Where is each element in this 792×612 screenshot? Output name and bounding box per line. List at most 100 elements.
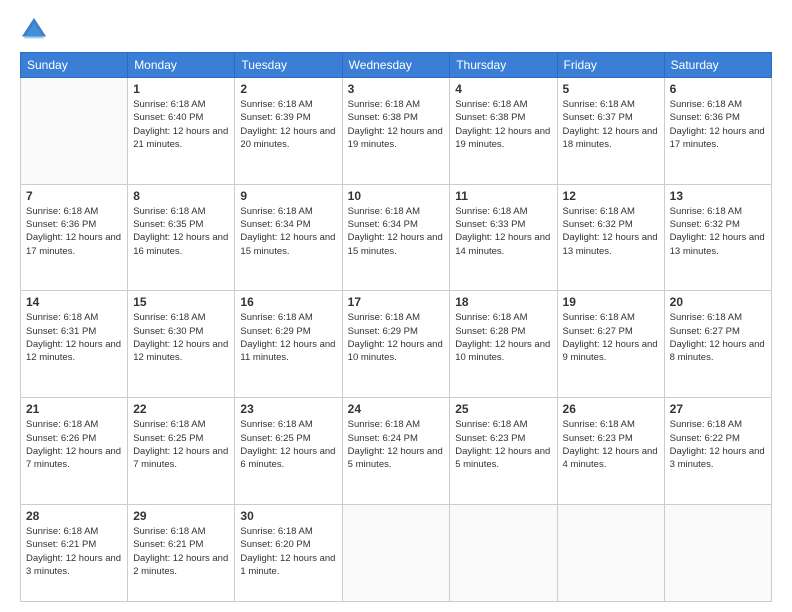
day-info: Sunrise: 6:18 AM Sunset: 6:23 PM Dayligh… (563, 418, 659, 471)
day-number: 13 (670, 189, 766, 203)
calendar-cell: 15 Sunrise: 6:18 AM Sunset: 6:30 PM Dayli… (128, 291, 235, 398)
week-row-5: 28Sunrise: 6:18 AM Sunset: 6:21 PM Dayli… (21, 504, 772, 601)
calendar-cell: 23 Sunrise: 6:18 AM Sunset: 6:25 PM Dayli… (235, 398, 342, 505)
day-number: 1 (133, 82, 229, 96)
day-number: 8 (133, 189, 229, 203)
day-number: 22 (133, 402, 229, 416)
calendar-cell: 28Sunrise: 6:18 AM Sunset: 6:21 PM Dayli… (21, 504, 128, 601)
day-info: Sunrise: 6:18 AM Sunset: 6:38 PM Dayligh… (348, 98, 445, 151)
calendar-cell: 18 Sunrise: 6:18 AM Sunset: 6:28 PM Dayli… (450, 291, 557, 398)
col-header-wednesday: Wednesday (342, 53, 450, 78)
calendar-cell: 12 Sunrise: 6:18 AM Sunset: 6:32 PM Dayli… (557, 184, 664, 291)
calendar-cell: 26 Sunrise: 6:18 AM Sunset: 6:23 PM Dayli… (557, 398, 664, 505)
day-number: 27 (670, 402, 766, 416)
calendar-cell: 27Sunrise: 6:18 AM Sunset: 6:22 PM Dayli… (664, 398, 771, 505)
day-info: Sunrise: 6:18 AM Sunset: 6:29 PM Dayligh… (240, 311, 336, 364)
day-info: Sunrise: 6:18 AM Sunset: 6:25 PM Dayligh… (240, 418, 336, 471)
calendar-cell: 17Sunrise: 6:18 AM Sunset: 6:29 PM Dayli… (342, 291, 450, 398)
logo-icon (20, 16, 48, 44)
day-info: Sunrise: 6:18 AM Sunset: 6:32 PM Dayligh… (670, 205, 766, 258)
calendar-cell (342, 504, 450, 601)
day-number: 16 (240, 295, 336, 309)
day-number: 9 (240, 189, 336, 203)
calendar-cell: 25 Sunrise: 6:18 AM Sunset: 6:23 PM Dayli… (450, 398, 557, 505)
day-number: 2 (240, 82, 336, 96)
day-number: 21 (26, 402, 122, 416)
calendar-cell: 22 Sunrise: 6:18 AM Sunset: 6:25 PM Dayli… (128, 398, 235, 505)
calendar-header-row: SundayMondayTuesdayWednesdayThursdayFrid… (21, 53, 772, 78)
day-info: Sunrise: 6:18 AM Sunset: 6:33 PM Dayligh… (455, 205, 551, 258)
week-row-2: 7 Sunrise: 6:18 AM Sunset: 6:36 PM Daylig… (21, 184, 772, 291)
calendar-cell: 10 Sunrise: 6:18 AM Sunset: 6:34 PM Dayli… (342, 184, 450, 291)
calendar-cell: 19 Sunrise: 6:18 AM Sunset: 6:27 PM Dayli… (557, 291, 664, 398)
calendar-cell: 21 Sunrise: 6:18 AM Sunset: 6:26 PM Dayli… (21, 398, 128, 505)
day-number: 11 (455, 189, 551, 203)
calendar-cell: 30Sunrise: 6:18 AM Sunset: 6:20 PM Dayli… (235, 504, 342, 601)
day-info: Sunrise: 6:18 AM Sunset: 6:39 PM Dayligh… (240, 98, 336, 151)
day-number: 20 (670, 295, 766, 309)
calendar-cell: 3 Sunrise: 6:18 AM Sunset: 6:38 PM Daylig… (342, 78, 450, 185)
calendar-cell: 11 Sunrise: 6:18 AM Sunset: 6:33 PM Dayli… (450, 184, 557, 291)
day-number: 12 (563, 189, 659, 203)
day-info: Sunrise: 6:18 AM Sunset: 6:25 PM Dayligh… (133, 418, 229, 471)
week-row-3: 14Sunrise: 6:18 AM Sunset: 6:31 PM Dayli… (21, 291, 772, 398)
col-header-friday: Friday (557, 53, 664, 78)
day-info: Sunrise: 6:18 AM Sunset: 6:24 PM Dayligh… (348, 418, 445, 471)
day-number: 26 (563, 402, 659, 416)
col-header-saturday: Saturday (664, 53, 771, 78)
day-info: Sunrise: 6:18 AM Sunset: 6:21 PM Dayligh… (26, 525, 122, 578)
day-info: Sunrise: 6:18 AM Sunset: 6:38 PM Dayligh… (455, 98, 551, 151)
calendar-cell: 14Sunrise: 6:18 AM Sunset: 6:31 PM Dayli… (21, 291, 128, 398)
day-info: Sunrise: 6:18 AM Sunset: 6:30 PM Dayligh… (133, 311, 229, 364)
day-number: 25 (455, 402, 551, 416)
day-info: Sunrise: 6:18 AM Sunset: 6:28 PM Dayligh… (455, 311, 551, 364)
day-number: 30 (240, 509, 336, 523)
calendar-cell (664, 504, 771, 601)
calendar-cell: 2 Sunrise: 6:18 AM Sunset: 6:39 PM Daylig… (235, 78, 342, 185)
day-info: Sunrise: 6:18 AM Sunset: 6:23 PM Dayligh… (455, 418, 551, 471)
day-number: 18 (455, 295, 551, 309)
calendar-cell: 9 Sunrise: 6:18 AM Sunset: 6:34 PM Daylig… (235, 184, 342, 291)
page: SundayMondayTuesdayWednesdayThursdayFrid… (0, 0, 792, 612)
calendar-cell: 1 Sunrise: 6:18 AM Sunset: 6:40 PM Daylig… (128, 78, 235, 185)
calendar-cell: 16 Sunrise: 6:18 AM Sunset: 6:29 PM Dayli… (235, 291, 342, 398)
calendar-cell (557, 504, 664, 601)
col-header-tuesday: Tuesday (235, 53, 342, 78)
day-number: 4 (455, 82, 551, 96)
col-header-thursday: Thursday (450, 53, 557, 78)
day-number: 6 (670, 82, 766, 96)
day-info: Sunrise: 6:18 AM Sunset: 6:36 PM Dayligh… (26, 205, 122, 258)
day-info: Sunrise: 6:18 AM Sunset: 6:35 PM Dayligh… (133, 205, 229, 258)
day-number: 7 (26, 189, 122, 203)
calendar-cell (21, 78, 128, 185)
calendar-cell: 24Sunrise: 6:18 AM Sunset: 6:24 PM Dayli… (342, 398, 450, 505)
day-info: Sunrise: 6:18 AM Sunset: 6:36 PM Dayligh… (670, 98, 766, 151)
day-number: 23 (240, 402, 336, 416)
day-info: Sunrise: 6:18 AM Sunset: 6:27 PM Dayligh… (670, 311, 766, 364)
calendar-cell: 13 Sunrise: 6:18 AM Sunset: 6:32 PM Dayli… (664, 184, 771, 291)
week-row-1: 1 Sunrise: 6:18 AM Sunset: 6:40 PM Daylig… (21, 78, 772, 185)
calendar-cell: 6 Sunrise: 6:18 AM Sunset: 6:36 PM Daylig… (664, 78, 771, 185)
day-info: Sunrise: 6:18 AM Sunset: 6:37 PM Dayligh… (563, 98, 659, 151)
day-info: Sunrise: 6:18 AM Sunset: 6:21 PM Dayligh… (133, 525, 229, 578)
day-info: Sunrise: 6:18 AM Sunset: 6:34 PM Dayligh… (348, 205, 445, 258)
calendar-table: SundayMondayTuesdayWednesdayThursdayFrid… (20, 52, 772, 602)
day-number: 19 (563, 295, 659, 309)
calendar-cell: 7 Sunrise: 6:18 AM Sunset: 6:36 PM Daylig… (21, 184, 128, 291)
day-number: 3 (348, 82, 445, 96)
header (20, 16, 772, 44)
day-number: 10 (348, 189, 445, 203)
day-info: Sunrise: 6:18 AM Sunset: 6:29 PM Dayligh… (348, 311, 445, 364)
day-info: Sunrise: 6:18 AM Sunset: 6:34 PM Dayligh… (240, 205, 336, 258)
day-info: Sunrise: 6:18 AM Sunset: 6:26 PM Dayligh… (26, 418, 122, 471)
calendar-cell: 20 Sunrise: 6:18 AM Sunset: 6:27 PM Dayli… (664, 291, 771, 398)
day-info: Sunrise: 6:18 AM Sunset: 6:32 PM Dayligh… (563, 205, 659, 258)
day-info: Sunrise: 6:18 AM Sunset: 6:27 PM Dayligh… (563, 311, 659, 364)
day-info: Sunrise: 6:18 AM Sunset: 6:31 PM Dayligh… (26, 311, 122, 364)
calendar-cell: 4 Sunrise: 6:18 AM Sunset: 6:38 PM Daylig… (450, 78, 557, 185)
day-number: 15 (133, 295, 229, 309)
calendar-cell: 29Sunrise: 6:18 AM Sunset: 6:21 PM Dayli… (128, 504, 235, 601)
day-number: 5 (563, 82, 659, 96)
day-info: Sunrise: 6:18 AM Sunset: 6:40 PM Dayligh… (133, 98, 229, 151)
calendar-cell: 5 Sunrise: 6:18 AM Sunset: 6:37 PM Daylig… (557, 78, 664, 185)
